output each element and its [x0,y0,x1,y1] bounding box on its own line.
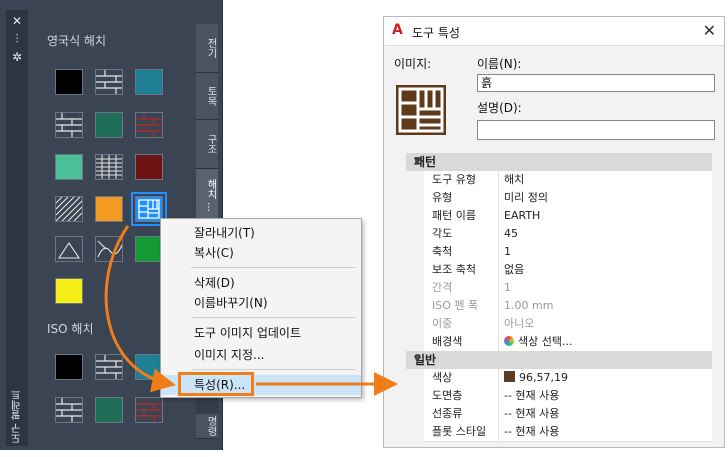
palette-title-strip: ✕ ⫶ ✲ 도구 팔레트 [6,10,28,446]
description-label: 설명(D): [477,101,522,115]
prop-row-iso-pen-width: ISO 펜 폭 1.00 mm [424,297,712,316]
context-menu: 잘라내기(T) 복사(C) 삭제(D) 이름바꾸기(N) 도구 이미지 업데이트… [160,218,362,398]
tab-structural[interactable]: 구조 [196,120,218,169]
chevron-down-icon[interactable]: ▼ [414,153,704,171]
tab-command[interactable]: 명령 [196,414,218,439]
menu-item-update-tool-image[interactable]: 도구 이미지 업데이트 [161,323,361,343]
close-icon[interactable]: ✕ [703,21,716,40]
section-general[interactable]: 일반 ▼ [406,351,712,369]
chevron-down-icon[interactable]: ▼ [414,351,704,369]
name-label: 이름(N): [477,57,522,71]
prop-row-scale[interactable]: 축척 1 [424,243,712,262]
hatch-swatch-solid-black[interactable] [55,69,83,95]
color-wheel-icon [504,336,514,346]
hatch-swatch-teal[interactable] [135,69,163,95]
hatch-swatch-triangle[interactable] [55,236,83,262]
section-gutter [406,171,424,351]
properties-highlight-box [178,372,254,396]
prop-row-double: 이중 아니오 [424,315,712,334]
hatch-swatch-dark-green[interactable] [95,112,123,138]
tab-hatch[interactable]: 해치 ... [196,169,218,222]
settings-icon[interactable]: ✲ [10,50,24,64]
menu-separator [191,317,356,318]
tab-electrical[interactable]: 전기 [196,24,218,73]
prop-row-plot-style[interactable]: 플롯 스타일 -- 현재 사용 [424,423,712,442]
hatch-swatch-earth-selected[interactable] [131,192,167,226]
image-label: 이미지: [394,57,432,71]
description-field[interactable] [477,120,715,140]
prop-row-angle[interactable]: 각도 45 [424,225,712,244]
prop-row-type[interactable]: 유형 미리 정의 [424,189,712,208]
group-title-iso-hatch: ISO 해치 [47,322,94,336]
section-pattern[interactable]: 패턴 ▼ [406,153,712,171]
window-title: 도구 특성 [412,26,460,40]
tool-properties-window: A 도구 특성 ✕ 이미지: 이름(N): 흙 설명(D): 패턴 ▼ 도구 유형… [383,16,725,448]
menu-separator [191,267,356,268]
hatch-swatch-diagonal[interactable] [55,196,83,222]
iso-swatch-brick[interactable] [95,354,123,380]
iso-swatch-dark-green[interactable] [95,397,123,423]
name-field[interactable]: 흙 [477,74,715,92]
menu-item-copy[interactable]: 복사(C) [161,243,361,263]
hatch-swatch-grid[interactable] [95,154,123,180]
hatch-swatch-brick-white[interactable] [55,112,83,138]
menu-item-rename[interactable]: 이름바꾸기(N) [161,293,361,313]
hatch-swatch-wave[interactable] [95,236,123,262]
hatch-swatch-yellow[interactable] [55,278,83,304]
hatch-swatch-brick[interactable] [95,69,123,95]
iso-swatch-teal[interactable] [135,354,163,380]
color-chip-icon [504,371,515,382]
iso-swatch-brick-red[interactable] [135,397,163,423]
close-icon[interactable]: ✕ [10,14,24,28]
section-gutter [406,369,424,447]
prop-row-background-color[interactable]: 배경색 색상 선택... [424,333,712,352]
hatch-preview-earth-icon [396,85,446,135]
autocad-logo-icon: A [392,22,403,38]
group-title-british-hatch: 영국식 해치 [47,34,107,48]
hatch-swatch-green[interactable] [135,236,163,262]
prop-row-layer[interactable]: 도면층 -- 현재 사용 [424,387,712,406]
menu-item-set-image[interactable]: 이미지 지정... [161,345,361,365]
tab-civil[interactable]: 토목 [196,73,218,120]
prop-row-pattern-name[interactable]: 패턴 이름 EARTH [424,207,712,226]
prop-row-spacing: 간격 1 [424,279,712,298]
iso-swatch-solid-black[interactable] [55,354,83,380]
prop-row-aux-scale[interactable]: 보조 축척 없음 [424,261,712,280]
iso-swatch-brick-white[interactable] [55,397,83,423]
hatch-swatch-brick-red[interactable] [135,112,163,138]
prop-row-linetype[interactable]: 선종류 -- 현재 사용 [424,405,712,424]
window-titlebar: A 도구 특성 ✕ [384,17,724,46]
prop-row-tool-type[interactable]: 도구 유형 해치 [424,171,712,190]
hatch-swatch-maroon[interactable] [135,154,163,180]
hatch-swatch-mint[interactable] [55,154,83,180]
prop-row-color[interactable]: 색상 96,57,19 [424,369,712,388]
menu-separator [191,369,356,370]
pin-icon[interactable]: ⫶ [10,32,24,46]
hatch-swatch-orange[interactable] [95,196,123,222]
palette-title: 도구 팔레트 [12,390,23,444]
menu-item-delete[interactable]: 삭제(D) [161,273,361,293]
menu-item-cut[interactable]: 잘라내기(T) [161,223,361,243]
